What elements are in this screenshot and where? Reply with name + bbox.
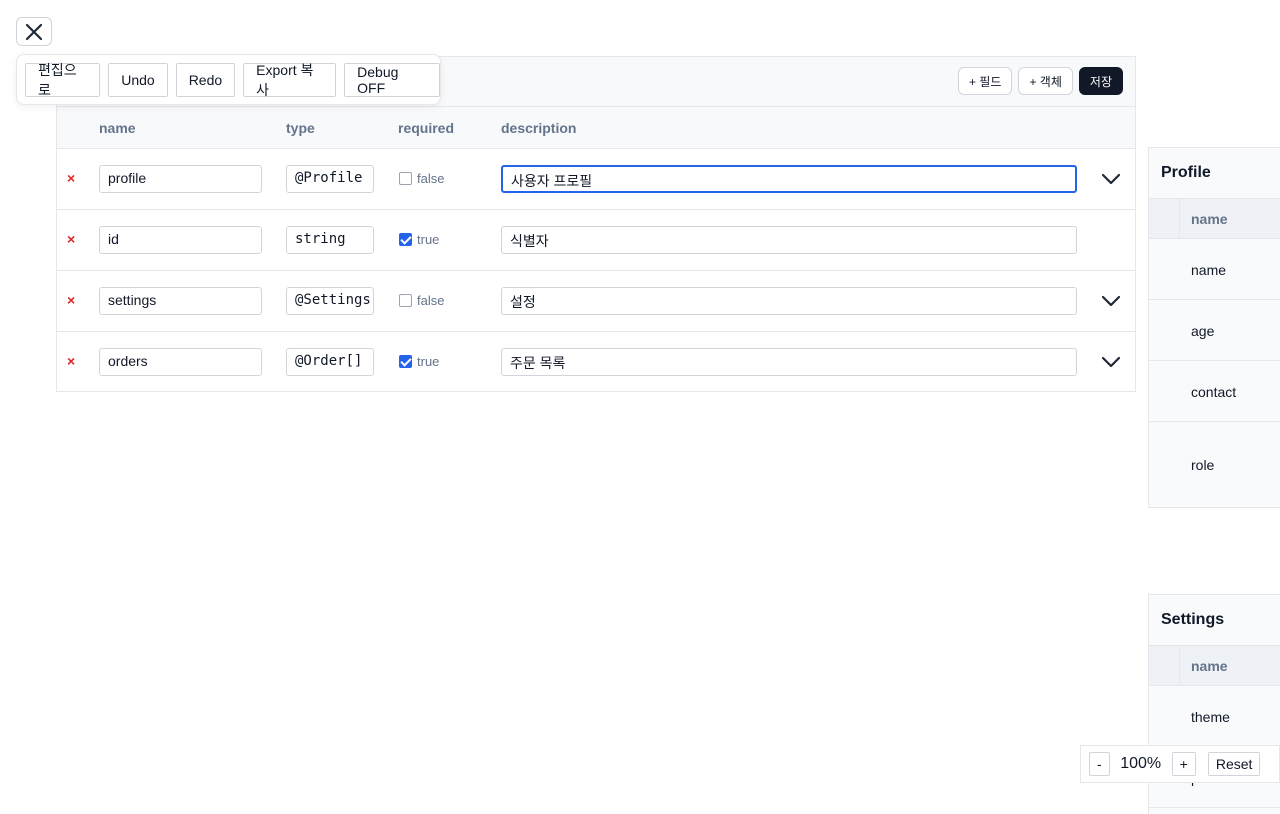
required-checkbox[interactable] xyxy=(399,294,412,307)
column-type: type xyxy=(286,120,315,136)
field-type-input[interactable]: @Settings xyxy=(286,287,374,315)
debug-toggle-button[interactable]: Debug OFF xyxy=(344,62,440,97)
field-name-input[interactable]: orders xyxy=(99,348,262,376)
required-checkbox[interactable] xyxy=(399,355,412,368)
panel-row: age xyxy=(1149,300,1280,361)
panel-column-name: name xyxy=(1191,211,1228,227)
delete-field-icon[interactable]: × xyxy=(67,353,75,369)
edit-mode-button[interactable]: 편집으로 xyxy=(25,62,101,98)
field-description-input[interactable]: 설정 xyxy=(501,287,1077,315)
field-row: × profile @Profile false 사용자 프로필 xyxy=(57,149,1135,210)
panel-row-label: role xyxy=(1191,457,1215,473)
field-name-input[interactable]: settings xyxy=(99,287,262,315)
field-row: × id string true 식별자 xyxy=(57,210,1135,271)
field-name-input[interactable]: profile xyxy=(99,165,262,193)
close-button[interactable] xyxy=(16,17,52,46)
required-label: false xyxy=(417,293,445,308)
column-required: required xyxy=(398,120,455,136)
required-label: false xyxy=(417,171,445,186)
delete-field-icon[interactable]: × xyxy=(67,170,75,186)
add-object-button[interactable]: + 객체 xyxy=(1018,67,1073,95)
zoom-controls: - 100% + Reset xyxy=(1080,745,1280,783)
panel-row-label: theme xyxy=(1191,709,1230,725)
field-description-input[interactable]: 식별자 xyxy=(501,226,1077,254)
required-label: true xyxy=(417,232,440,247)
delete-field-icon[interactable]: × xyxy=(67,231,75,247)
add-field-button[interactable]: + 필드 xyxy=(958,67,1013,95)
chevron-down-icon[interactable] xyxy=(1101,173,1121,185)
panel-row: theme xyxy=(1149,686,1280,747)
panel-column-name: name xyxy=(1191,658,1228,674)
panel-row: contact xyxy=(1149,361,1280,422)
profile-panel: Profile name name age contact role xyxy=(1148,147,1280,508)
panel-row: name xyxy=(1149,239,1280,300)
zoom-out-button[interactable]: - xyxy=(1089,752,1110,776)
column-header-row: name type required description xyxy=(57,107,1135,149)
required-label: true xyxy=(417,354,440,369)
column-name: name xyxy=(99,120,136,136)
chevron-down-icon[interactable] xyxy=(1101,295,1121,307)
panel-title: Profile xyxy=(1149,148,1280,199)
close-icon xyxy=(25,23,43,40)
zoom-level: 100% xyxy=(1120,755,1162,772)
panel-column-header: name xyxy=(1149,646,1280,686)
panel-row-label: name xyxy=(1191,262,1227,278)
panel-column-header: name xyxy=(1149,199,1280,239)
field-description-input[interactable]: 주문 목록 xyxy=(501,348,1077,376)
chevron-down-icon[interactable] xyxy=(1101,356,1121,368)
field-name-input[interactable]: id xyxy=(99,226,262,254)
zoom-in-button[interactable]: + xyxy=(1171,752,1196,776)
panel-row-label: age xyxy=(1191,323,1215,339)
schema-editor: + 필드 + 객체 저장 name type required descript… xyxy=(56,56,1136,392)
field-rows: × profile @Profile false 사용자 프로필 × id string tru… xyxy=(57,149,1135,393)
field-description-input[interactable]: 사용자 프로필 xyxy=(501,165,1077,193)
panel-title: Settings xyxy=(1149,595,1280,646)
field-type-input[interactable]: @Profile xyxy=(286,165,374,193)
undo-button[interactable]: Undo xyxy=(108,62,168,97)
column-description: description xyxy=(501,120,577,136)
field-row: × orders @Order[] true 주문 목록 xyxy=(57,332,1135,393)
panel-row: role xyxy=(1149,422,1280,507)
zoom-reset-button[interactable]: Reset xyxy=(1207,752,1261,776)
redo-button[interactable]: Redo xyxy=(175,62,236,97)
field-row: × settings @Settings false 설정 xyxy=(57,271,1135,332)
field-type-input[interactable]: @Order[] xyxy=(286,348,374,376)
field-type-input[interactable]: string xyxy=(286,226,374,254)
delete-field-icon[interactable]: × xyxy=(67,292,75,308)
required-checkbox[interactable] xyxy=(399,172,412,185)
floating-toolbar: 편집으로 Undo Redo Export 복사 Debug OFF xyxy=(16,54,441,105)
export-copy-button[interactable]: Export 복사 xyxy=(243,62,337,98)
panel-row-label: contact xyxy=(1191,384,1237,400)
save-button[interactable]: 저장 xyxy=(1078,67,1123,95)
required-checkbox[interactable] xyxy=(399,233,412,246)
